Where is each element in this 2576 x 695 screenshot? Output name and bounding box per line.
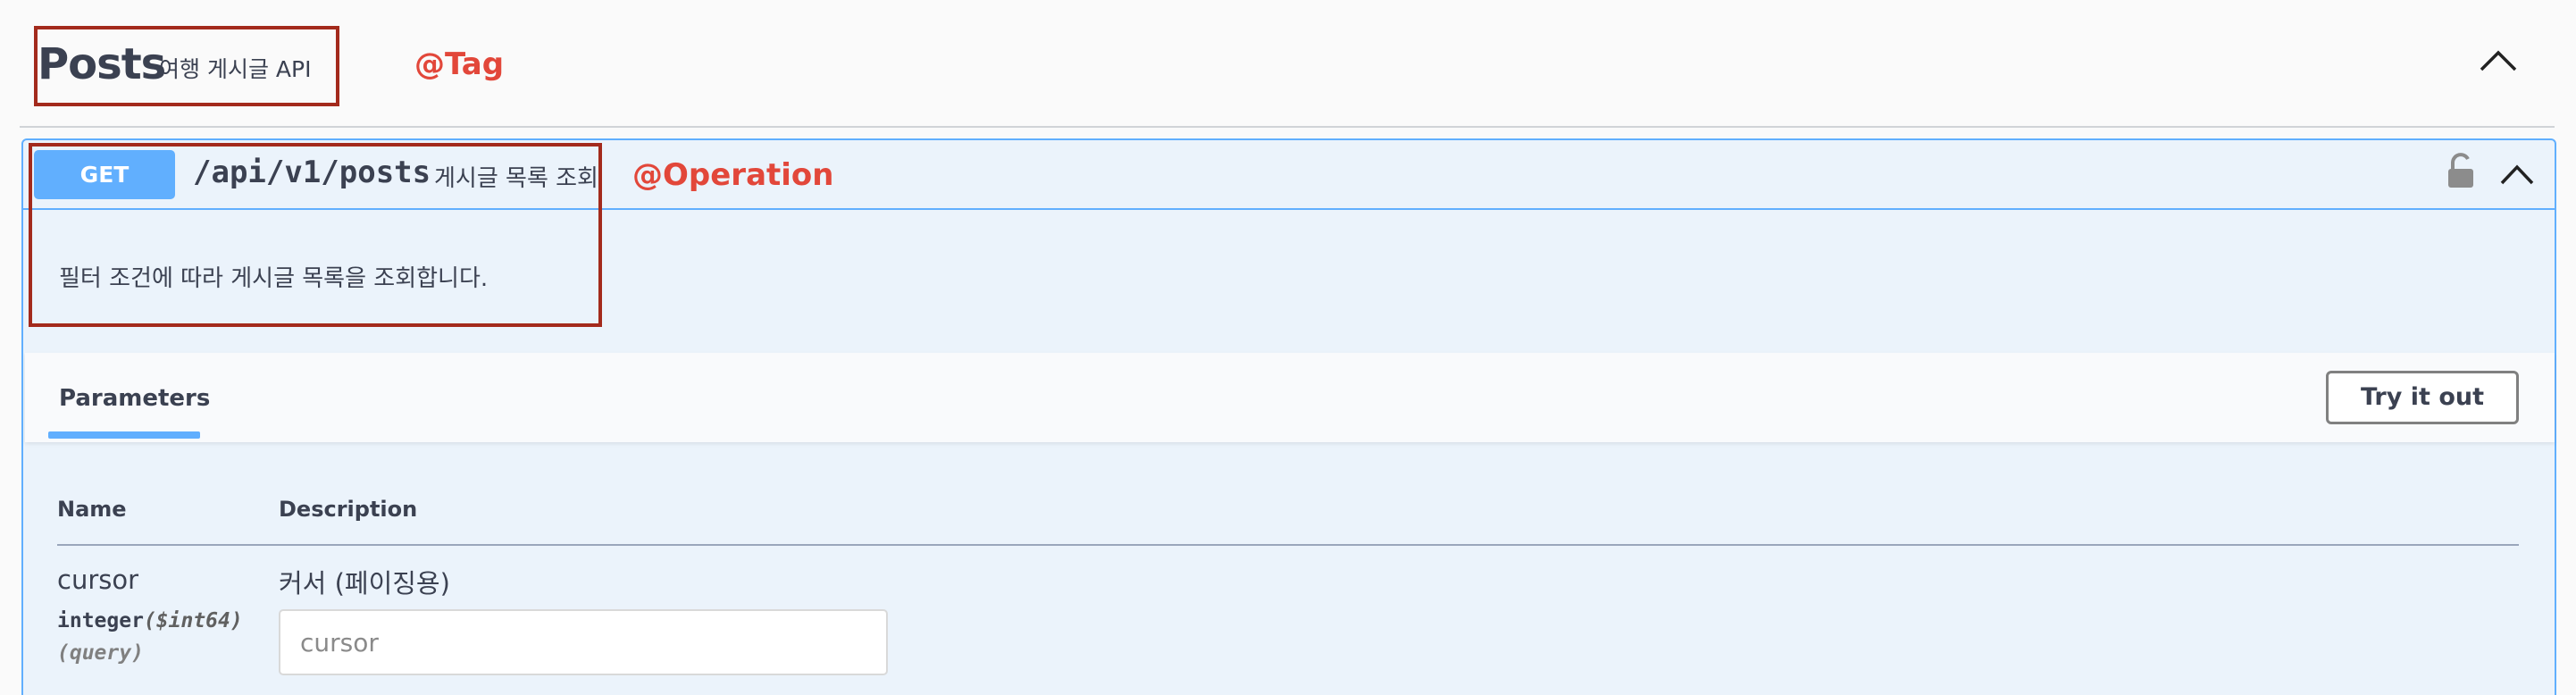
tab-parameters[interactable]: Parameters: [59, 385, 210, 412]
tag-section-header[interactable]: Posts 여행 게시글 API: [20, 0, 2555, 128]
chevron-up-icon[interactable]: [2499, 162, 2535, 187]
parameter-type-name: integer: [57, 609, 144, 632]
parameter-location: (query): [57, 641, 144, 665]
column-header-description: Description: [279, 497, 418, 522]
cursor-input[interactable]: [279, 609, 888, 675]
column-header-name: Name: [57, 497, 127, 522]
parameter-description: 커서 (페이징용): [279, 568, 450, 599]
parameter-format: ($int64): [143, 609, 243, 632]
tag-annotation-label: @Tag: [414, 46, 505, 82]
parameter-name: cursor: [57, 565, 139, 595]
try-it-out-button[interactable]: Try it out: [2326, 371, 2519, 424]
parameters-header: Parameters Try it out: [25, 353, 2555, 442]
tag-annotation-box: [34, 26, 339, 106]
chevron-up-icon[interactable]: [2478, 46, 2519, 73]
lock-icon[interactable]: [2447, 153, 2474, 188]
parameter-type: integer($int64): [57, 609, 243, 632]
operation-annotation-label: @Operation: [632, 157, 834, 193]
table-header-divider: [57, 544, 2519, 546]
tab-active-indicator: [48, 431, 200, 439]
operation-annotation-box: [29, 143, 602, 327]
